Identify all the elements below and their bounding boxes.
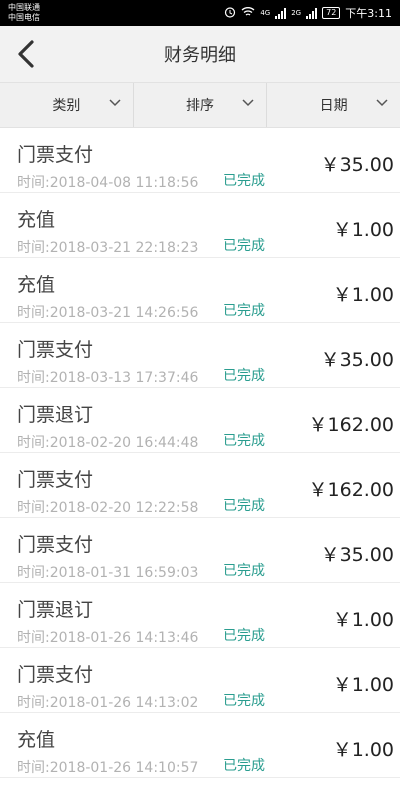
transaction-amount: ￥1.00 bbox=[332, 739, 394, 761]
signal-icon-1 bbox=[275, 7, 287, 19]
status-bar: 中国联通 中国电信 4G 2G 72 下午3:11 bbox=[0, 0, 400, 26]
back-button[interactable] bbox=[10, 38, 42, 70]
transaction-list: 门票支付 时间:2018-04-08 11:18:56 已完成 ￥35.00 充… bbox=[0, 128, 400, 778]
status-icons: 4G 2G 72 下午3:11 bbox=[224, 5, 392, 21]
transaction-amount: ￥1.00 bbox=[332, 609, 394, 631]
transaction-status: 已完成 bbox=[223, 758, 265, 774]
back-arrow-icon bbox=[18, 40, 34, 68]
chevron-down-icon bbox=[109, 99, 121, 107]
filter-sort[interactable]: 排序 bbox=[132, 83, 267, 127]
chevron-down-icon bbox=[242, 99, 254, 107]
alarm-icon bbox=[224, 6, 236, 21]
transaction-status: 已完成 bbox=[223, 498, 265, 514]
transaction-type: 门票支付 bbox=[17, 534, 94, 556]
filter-category-label: 类别 bbox=[52, 98, 81, 114]
clock-time: 下午3:11 bbox=[345, 7, 392, 20]
transaction-amount: ￥1.00 bbox=[332, 674, 394, 696]
battery-icon: 72 bbox=[322, 7, 341, 19]
transaction-type: 门票退订 bbox=[17, 404, 94, 426]
transaction-status: 已完成 bbox=[223, 303, 265, 319]
transaction-type: 充值 bbox=[17, 209, 56, 231]
transaction-row[interactable]: 门票支付 时间:2018-02-20 12:22:58 已完成 ￥162.00 bbox=[0, 453, 400, 518]
transaction-status: 已完成 bbox=[223, 563, 265, 579]
transaction-status: 已完成 bbox=[223, 433, 265, 449]
transaction-type: 充值 bbox=[17, 274, 56, 296]
transaction-time: 时间:2018-03-21 22:18:23 bbox=[17, 240, 199, 256]
network-2g-label: 2G bbox=[291, 9, 302, 17]
wifi-icon bbox=[241, 6, 255, 20]
filter-date-label: 日期 bbox=[319, 98, 348, 114]
transaction-row[interactable]: 充值 时间:2018-03-21 14:26:56 已完成 ￥1.00 bbox=[0, 258, 400, 323]
transaction-row[interactable]: 门票支付 时间:2018-01-31 16:59:03 已完成 ￥35.00 bbox=[0, 518, 400, 583]
page-title: 财务明细 bbox=[164, 45, 236, 66]
transaction-time: 时间:2018-03-13 17:37:46 bbox=[17, 370, 199, 386]
filter-bar: 类别 排序 日期 bbox=[0, 82, 400, 128]
transaction-time: 时间:2018-02-20 12:22:58 bbox=[17, 500, 199, 516]
transaction-amount: ￥162.00 bbox=[308, 414, 394, 436]
transaction-amount: ￥35.00 bbox=[320, 349, 394, 371]
transaction-row[interactable]: 门票支付 时间:2018-03-13 17:37:46 已完成 ￥35.00 bbox=[0, 323, 400, 388]
transaction-amount: ￥35.00 bbox=[320, 154, 394, 176]
transaction-row[interactable]: 充值 时间:2018-01-26 14:10:57 已完成 ￥1.00 bbox=[0, 713, 400, 778]
carrier-2: 中国电信 bbox=[8, 13, 40, 22]
transaction-time: 时间:2018-01-26 14:10:57 bbox=[17, 760, 199, 776]
transaction-time: 时间:2018-01-26 14:13:46 bbox=[17, 630, 199, 646]
transaction-status: 已完成 bbox=[223, 368, 265, 384]
transaction-type: 充值 bbox=[17, 729, 56, 751]
network-4g-label: 4G bbox=[260, 9, 271, 17]
transaction-row[interactable]: 门票支付 时间:2018-04-08 11:18:56 已完成 ￥35.00 bbox=[0, 128, 400, 193]
transaction-type: 门票支付 bbox=[17, 664, 94, 686]
chevron-down-icon bbox=[376, 99, 388, 107]
transaction-time: 时间:2018-04-08 11:18:56 bbox=[17, 175, 199, 191]
transaction-time: 时间:2018-03-21 14:26:56 bbox=[17, 305, 199, 321]
transaction-type: 门票退订 bbox=[17, 599, 94, 621]
transaction-type: 门票支付 bbox=[17, 469, 94, 491]
filter-sort-label: 排序 bbox=[186, 98, 214, 114]
transaction-type: 门票支付 bbox=[17, 339, 94, 361]
signal-icon-2 bbox=[306, 7, 318, 19]
transaction-row[interactable]: 门票退订 时间:2018-02-20 16:44:48 已完成 ￥162.00 bbox=[0, 388, 400, 453]
transaction-type: 门票支付 bbox=[17, 144, 94, 166]
transaction-row[interactable]: 门票支付 时间:2018-01-26 14:13:02 已完成 ￥1.00 bbox=[0, 648, 400, 713]
transaction-time: 时间:2018-01-31 16:59:03 bbox=[17, 565, 199, 581]
carrier-1: 中国联通 bbox=[8, 3, 40, 12]
transaction-amount: ￥1.00 bbox=[332, 284, 394, 306]
app-header: 财务明细 bbox=[0, 26, 400, 82]
transaction-status: 已完成 bbox=[223, 238, 265, 254]
transaction-amount: ￥35.00 bbox=[320, 544, 394, 566]
transaction-status: 已完成 bbox=[223, 693, 265, 709]
filter-date[interactable]: 日期 bbox=[266, 83, 400, 127]
transaction-row[interactable]: 门票退订 时间:2018-01-26 14:13:46 已完成 ￥1.00 bbox=[0, 583, 400, 648]
transaction-amount: ￥162.00 bbox=[308, 479, 394, 501]
transaction-status: 已完成 bbox=[223, 628, 265, 644]
transaction-row[interactable]: 充值 时间:2018-03-21 22:18:23 已完成 ￥1.00 bbox=[0, 193, 400, 258]
filter-category[interactable]: 类别 bbox=[0, 83, 133, 127]
carrier-info: 中国联通 中国电信 bbox=[8, 3, 40, 23]
transaction-amount: ￥1.00 bbox=[332, 219, 394, 241]
transaction-time: 时间:2018-02-20 16:44:48 bbox=[17, 435, 199, 451]
transaction-status: 已完成 bbox=[223, 173, 265, 189]
transaction-time: 时间:2018-01-26 14:13:02 bbox=[17, 695, 199, 711]
